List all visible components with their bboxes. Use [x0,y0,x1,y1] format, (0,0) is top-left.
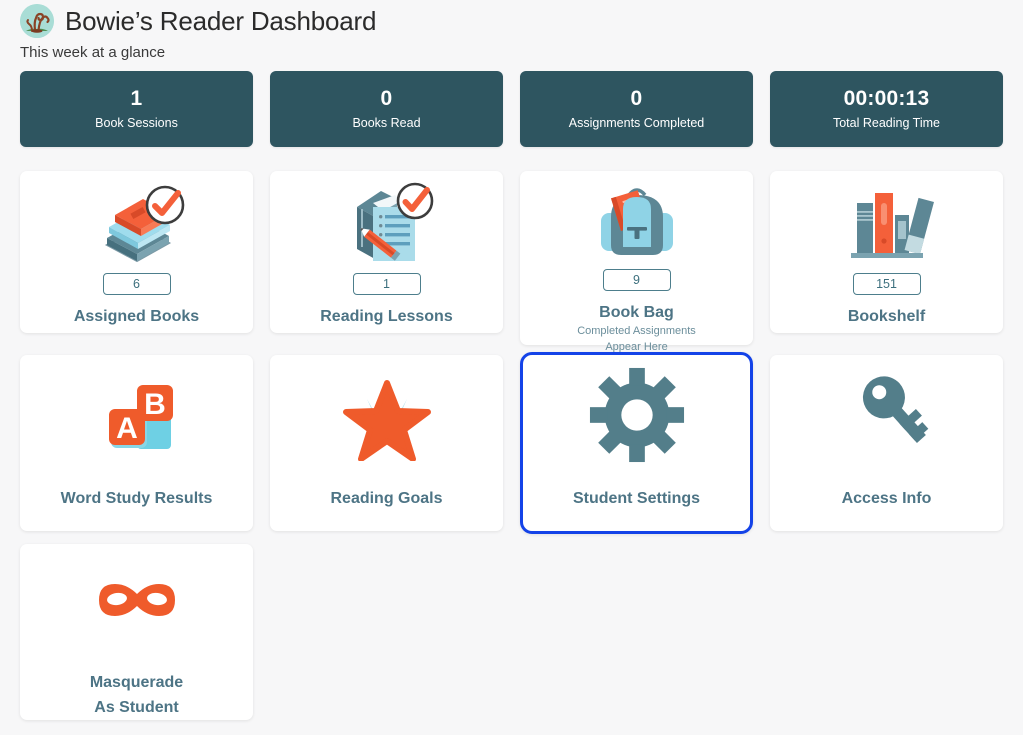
masquerade-mask-icon [87,552,187,648]
tile-row-1: 6 Assigned Books 1 Reading Lessons 9 Boo… [20,171,1003,353]
key-icon [837,363,937,467]
stat-label: Assignments Completed [568,116,705,130]
tile-book-bag[interactable]: 9 Book Bag Completed Assignments Appear … [520,171,753,353]
bookshelf-count: 151 [852,273,921,295]
book-bag-subtitle-line-1: Completed Assignments [577,325,696,337]
tile-label: Student Settings [572,490,701,507]
reading-lessons-count: 1 [352,273,421,295]
page-header: Bowie’s Reader Dashboard [0,0,1023,38]
stat-card-book-sessions: 1 Book Sessions [20,71,253,147]
stat-card-assignments-completed: 0 Assignments Completed [520,71,753,147]
stat-card-books-read: 0 Books Read [270,71,503,147]
stat-label: Total Reading Time [832,116,940,130]
student-avatar-tree-icon [20,4,54,38]
bookshelf-icon [837,175,937,271]
tile-word-study-results[interactable]: B A Word Study Results [20,355,253,531]
tile-reading-lessons[interactable]: 1 Reading Lessons [270,171,503,333]
tile-label: Book Bag [599,304,674,321]
stat-card-total-reading-time: 00:00:13 Total Reading Time [770,71,1003,147]
svg-text:A: A [116,412,138,445]
masquerade-label-line-1: Masquerade [89,674,184,691]
stat-value: 00:00:13 [843,87,930,110]
stat-label: Book Sessions [95,116,178,130]
stats-row: 1 Book Sessions 0 Books Read 0 Assignmen… [20,71,1003,147]
tile-label: Masquerade As Student [90,670,183,720]
tile-label: Reading Lessons [320,308,453,325]
tile-bookshelf[interactable]: 151 Bookshelf [770,171,1003,333]
clipboard-pencil-check-icon [335,175,439,271]
gear-icon [588,363,686,467]
dashboard-grid: 1 Book Sessions 0 Books Read 0 Assignmen… [20,71,1003,730]
tile-label: Word Study Results [60,490,213,507]
stat-value: 0 [380,87,393,110]
letter-blocks-ab-icon: B A [87,363,187,467]
stat-value: 0 [630,87,643,110]
masquerade-label-line-2: As Student [94,699,179,716]
tile-row-3: Masquerade As Student [20,544,1003,720]
stacked-books-check-icon [85,175,189,271]
tile-label: Reading Goals [330,490,443,507]
stat-label: Books Read [352,116,421,130]
tile-reading-goals[interactable]: Reading Goals [270,355,503,531]
tile-student-settings[interactable]: Student Settings [520,352,753,534]
stat-value: 1 [130,87,143,110]
tile-label: Assigned Books [73,308,200,325]
page-title: Bowie’s Reader Dashboard [65,6,377,36]
dashboard-page: Bowie’s Reader Dashboard This week at a … [0,0,1023,735]
tile-label: Bookshelf [847,308,926,325]
tile-access-info[interactable]: Access Info [770,355,1003,531]
tile-row-2: B A Word Study Results Reading Goals Stu… [20,352,1003,534]
tile-masquerade-as-student[interactable]: Masquerade As Student [20,544,253,720]
tile-assigned-books[interactable]: 6 Assigned Books [20,171,253,333]
tile-label: Access Info [841,490,932,507]
backpack-icon [587,175,687,267]
book-bag-count: 9 [602,269,671,291]
page-subtitle: This week at a glance [20,44,166,61]
svg-text:B: B [144,388,166,421]
assigned-books-count: 6 [102,273,171,295]
star-icon [337,363,437,467]
